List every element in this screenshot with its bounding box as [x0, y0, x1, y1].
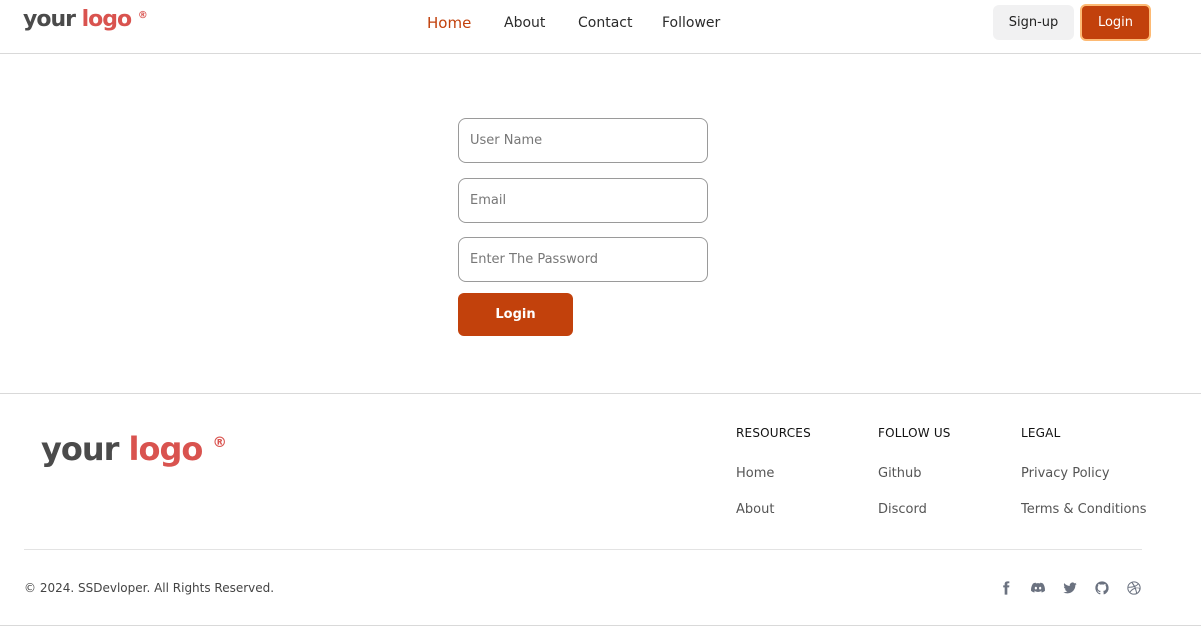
twitter-icon[interactable]: [1062, 580, 1078, 596]
footer-top-divider: [0, 393, 1201, 394]
signup-button[interactable]: Sign-up: [993, 5, 1074, 40]
header-logo[interactable]: your logo ®: [23, 7, 148, 32]
footer-link-home[interactable]: Home: [736, 466, 774, 481]
password-input[interactable]: [458, 237, 708, 282]
page-bottom-border: [0, 625, 1201, 626]
footer-column-title: Legal: [1021, 426, 1061, 440]
header-login-button[interactable]: Login: [1080, 4, 1151, 41]
footer-column-legal: Legal Privacy Policy Terms & Conditions: [1021, 426, 1147, 517]
logo-word-your: your: [41, 430, 119, 468]
login-submit-button[interactable]: Login: [458, 293, 573, 336]
site-header: your logo ® Home About Contact Follower …: [0, 0, 1201, 54]
nav-about-link[interactable]: About: [504, 15, 545, 31]
logo-registered-mark: ®: [212, 435, 227, 452]
footer-logo[interactable]: your logo ®: [41, 430, 227, 468]
email-input[interactable]: [458, 178, 708, 223]
footer-link-about[interactable]: About: [736, 502, 774, 517]
nav-follower-link[interactable]: Follower: [662, 15, 720, 31]
logo-word-your: your: [23, 7, 76, 32]
footer-column-follow-us: Follow us Github Discord: [878, 426, 951, 517]
footer-divider: [24, 549, 1142, 550]
footer-column-title: Resources: [736, 426, 811, 440]
logo-word-logo: logo: [128, 430, 204, 468]
copyright-text: © 2024. SSDevloper. All Rights Reserved.: [24, 581, 275, 595]
github-icon[interactable]: [1094, 580, 1110, 596]
footer-link-privacy-policy[interactable]: Privacy Policy: [1021, 466, 1110, 481]
nav-home-link[interactable]: Home: [427, 14, 471, 32]
logo-word-logo: logo: [81, 7, 133, 32]
logo-registered-mark: ®: [137, 10, 148, 22]
username-input[interactable]: [458, 118, 708, 163]
discord-icon[interactable]: [1030, 580, 1046, 596]
nav-contact-link[interactable]: Contact: [578, 15, 632, 31]
dribbble-icon[interactable]: [1126, 580, 1142, 596]
footer-link-github[interactable]: Github: [878, 466, 922, 481]
footer-column-resources: Resources Home About: [736, 426, 811, 517]
footer-link-terms-conditions[interactable]: Terms & Conditions: [1021, 502, 1147, 517]
footer-column-title: Follow us: [878, 426, 951, 440]
footer-link-discord[interactable]: Discord: [878, 502, 927, 517]
facebook-icon[interactable]: [998, 580, 1014, 596]
